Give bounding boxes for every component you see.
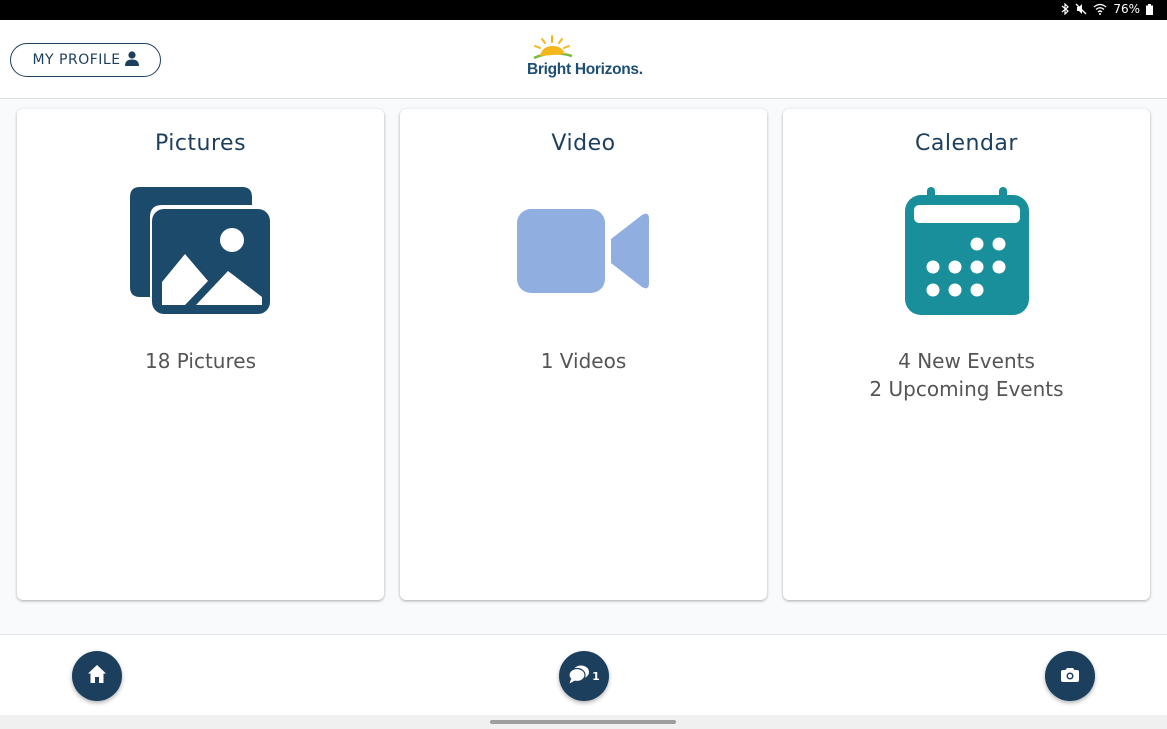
pictures-icon [129, 187, 272, 319]
video-card-title: Video [551, 131, 616, 156]
video-camera-icon [516, 209, 651, 297]
calendar-card-text: 4 New Events 2 Upcoming Events [783, 347, 1150, 403]
system-navigation-area [0, 715, 1167, 729]
my-profile-button[interactable]: MY PROFILE [10, 43, 161, 77]
mute-icon [1075, 3, 1087, 15]
calendar-card-title: Calendar [915, 131, 1018, 156]
battery-icon [1146, 3, 1153, 15]
home-button[interactable] [72, 651, 122, 701]
camera-icon [1061, 667, 1079, 686]
videos-count: 1 Videos [540, 349, 627, 373]
pictures-card-text: 18 Pictures [17, 347, 384, 375]
new-events-count: 4 New Events [898, 349, 1035, 373]
camera-button[interactable] [1045, 651, 1095, 701]
person-icon [124, 50, 139, 70]
my-profile-label: MY PROFILE [32, 52, 121, 68]
chat-icon [568, 664, 590, 688]
battery-text: 76% [1113, 2, 1140, 16]
video-card[interactable]: Video 1 Videos [400, 109, 767, 600]
logo-text: Bright Horizons. [527, 61, 643, 78]
calendar-card[interactable]: Calendar 4 New Events 2 Upcoming Events [783, 109, 1150, 600]
dashboard: Pictures 18 Pictures Video 1 Videos Cale… [0, 100, 1167, 634]
status-bar: 76% [0, 0, 1167, 20]
bright-horizons-logo: Bright Horizons. [526, 34, 644, 82]
home-icon [87, 664, 107, 688]
calendar-icon [904, 187, 1029, 319]
upcoming-events-count: 2 Upcoming Events [869, 377, 1064, 401]
app-header: MY PROFILE Bright Horizons. [0, 20, 1167, 99]
chat-count-badge: 1 [592, 669, 600, 683]
pictures-count: 18 Pictures [144, 349, 256, 373]
wifi-icon [1093, 3, 1107, 15]
video-card-text: 1 Videos [400, 347, 767, 375]
chat-button[interactable]: 1 [559, 651, 609, 701]
home-gesture-handle[interactable] [490, 720, 676, 724]
bluetooth-icon [1061, 3, 1070, 15]
pictures-card[interactable]: Pictures 18 Pictures [17, 109, 384, 600]
bottom-action-bar: 1 [0, 634, 1167, 715]
pictures-card-title: Pictures [154, 131, 247, 156]
